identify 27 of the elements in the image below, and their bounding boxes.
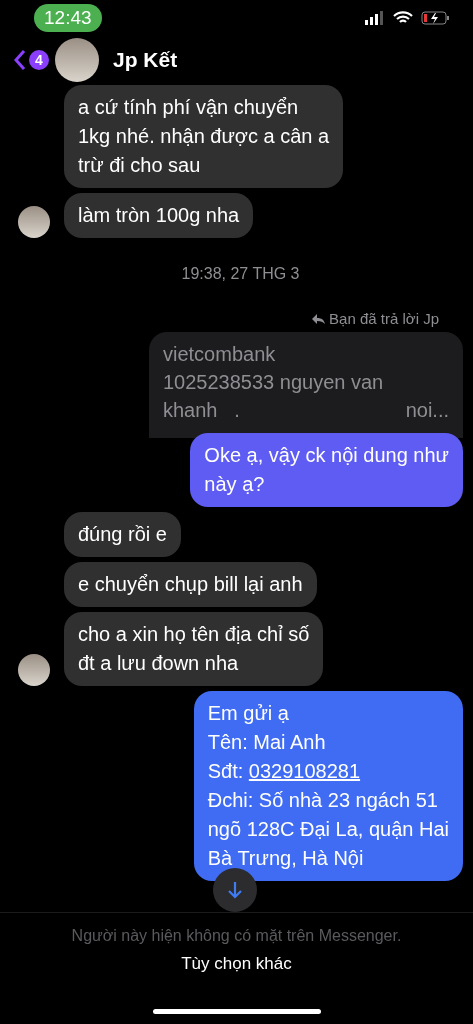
message-bubble: Em gửi ạ Tên: Mai Anh Sđt: 0329108281 Đchi: Số nhà 23 ngách 51 ngõ 128C Đại La, quận Hai Bà Trưng, Hà Nội [193, 691, 463, 881]
avatar-photo[interactable] [18, 206, 50, 238]
phone-link[interactable]: 0329108281 [248, 760, 361, 782]
reply-arrow-icon [311, 312, 326, 325]
scroll-down-button[interactable] [212, 868, 257, 912]
back-button[interactable]: 4 [14, 49, 49, 72]
battery-charging-icon [421, 10, 449, 25]
timestamp: 19:38, 27 THG 3 [180, 264, 301, 284]
signal-icon [365, 10, 385, 25]
avatar-photo[interactable] [55, 38, 99, 83]
contact-name[interactable]: Jp Kết [113, 48, 178, 73]
chevron-left-icon [14, 49, 26, 72]
avatar-photo[interactable] [18, 654, 50, 686]
message-bubble: cho a xin họ tên địa chỉ số đt a lưu đown nha [64, 612, 324, 686]
arrow-down-icon [225, 880, 244, 900]
status-notice: Người này hiện không có mặt trên Messenger. [71, 927, 402, 945]
quoted-message[interactable]: vietcombank 1025238533 nguyen van khanh . noi... [149, 332, 463, 438]
message-bubble: e chuyển chụp bill lại anh [64, 562, 317, 607]
more-options-button[interactable]: Tùy chọn khác [175, 953, 298, 975]
message-bubble: đúng rồi e [64, 512, 181, 557]
message-bubble: a cứ tính phí vận chuyển 1kg nhé. nhận được a cân a trừ đi cho sau [64, 85, 344, 188]
message-bubble: Oke ạ, vậy ck nội dung như này ạ? [190, 433, 463, 507]
reply-note: Bạn đã trả lời Jp [329, 310, 439, 327]
message-bubble: làm tròn 100g nha [64, 193, 254, 238]
unread-badge: 4 [29, 50, 49, 71]
status-time: 12:43 [34, 3, 102, 32]
wifi-icon [393, 10, 413, 25]
